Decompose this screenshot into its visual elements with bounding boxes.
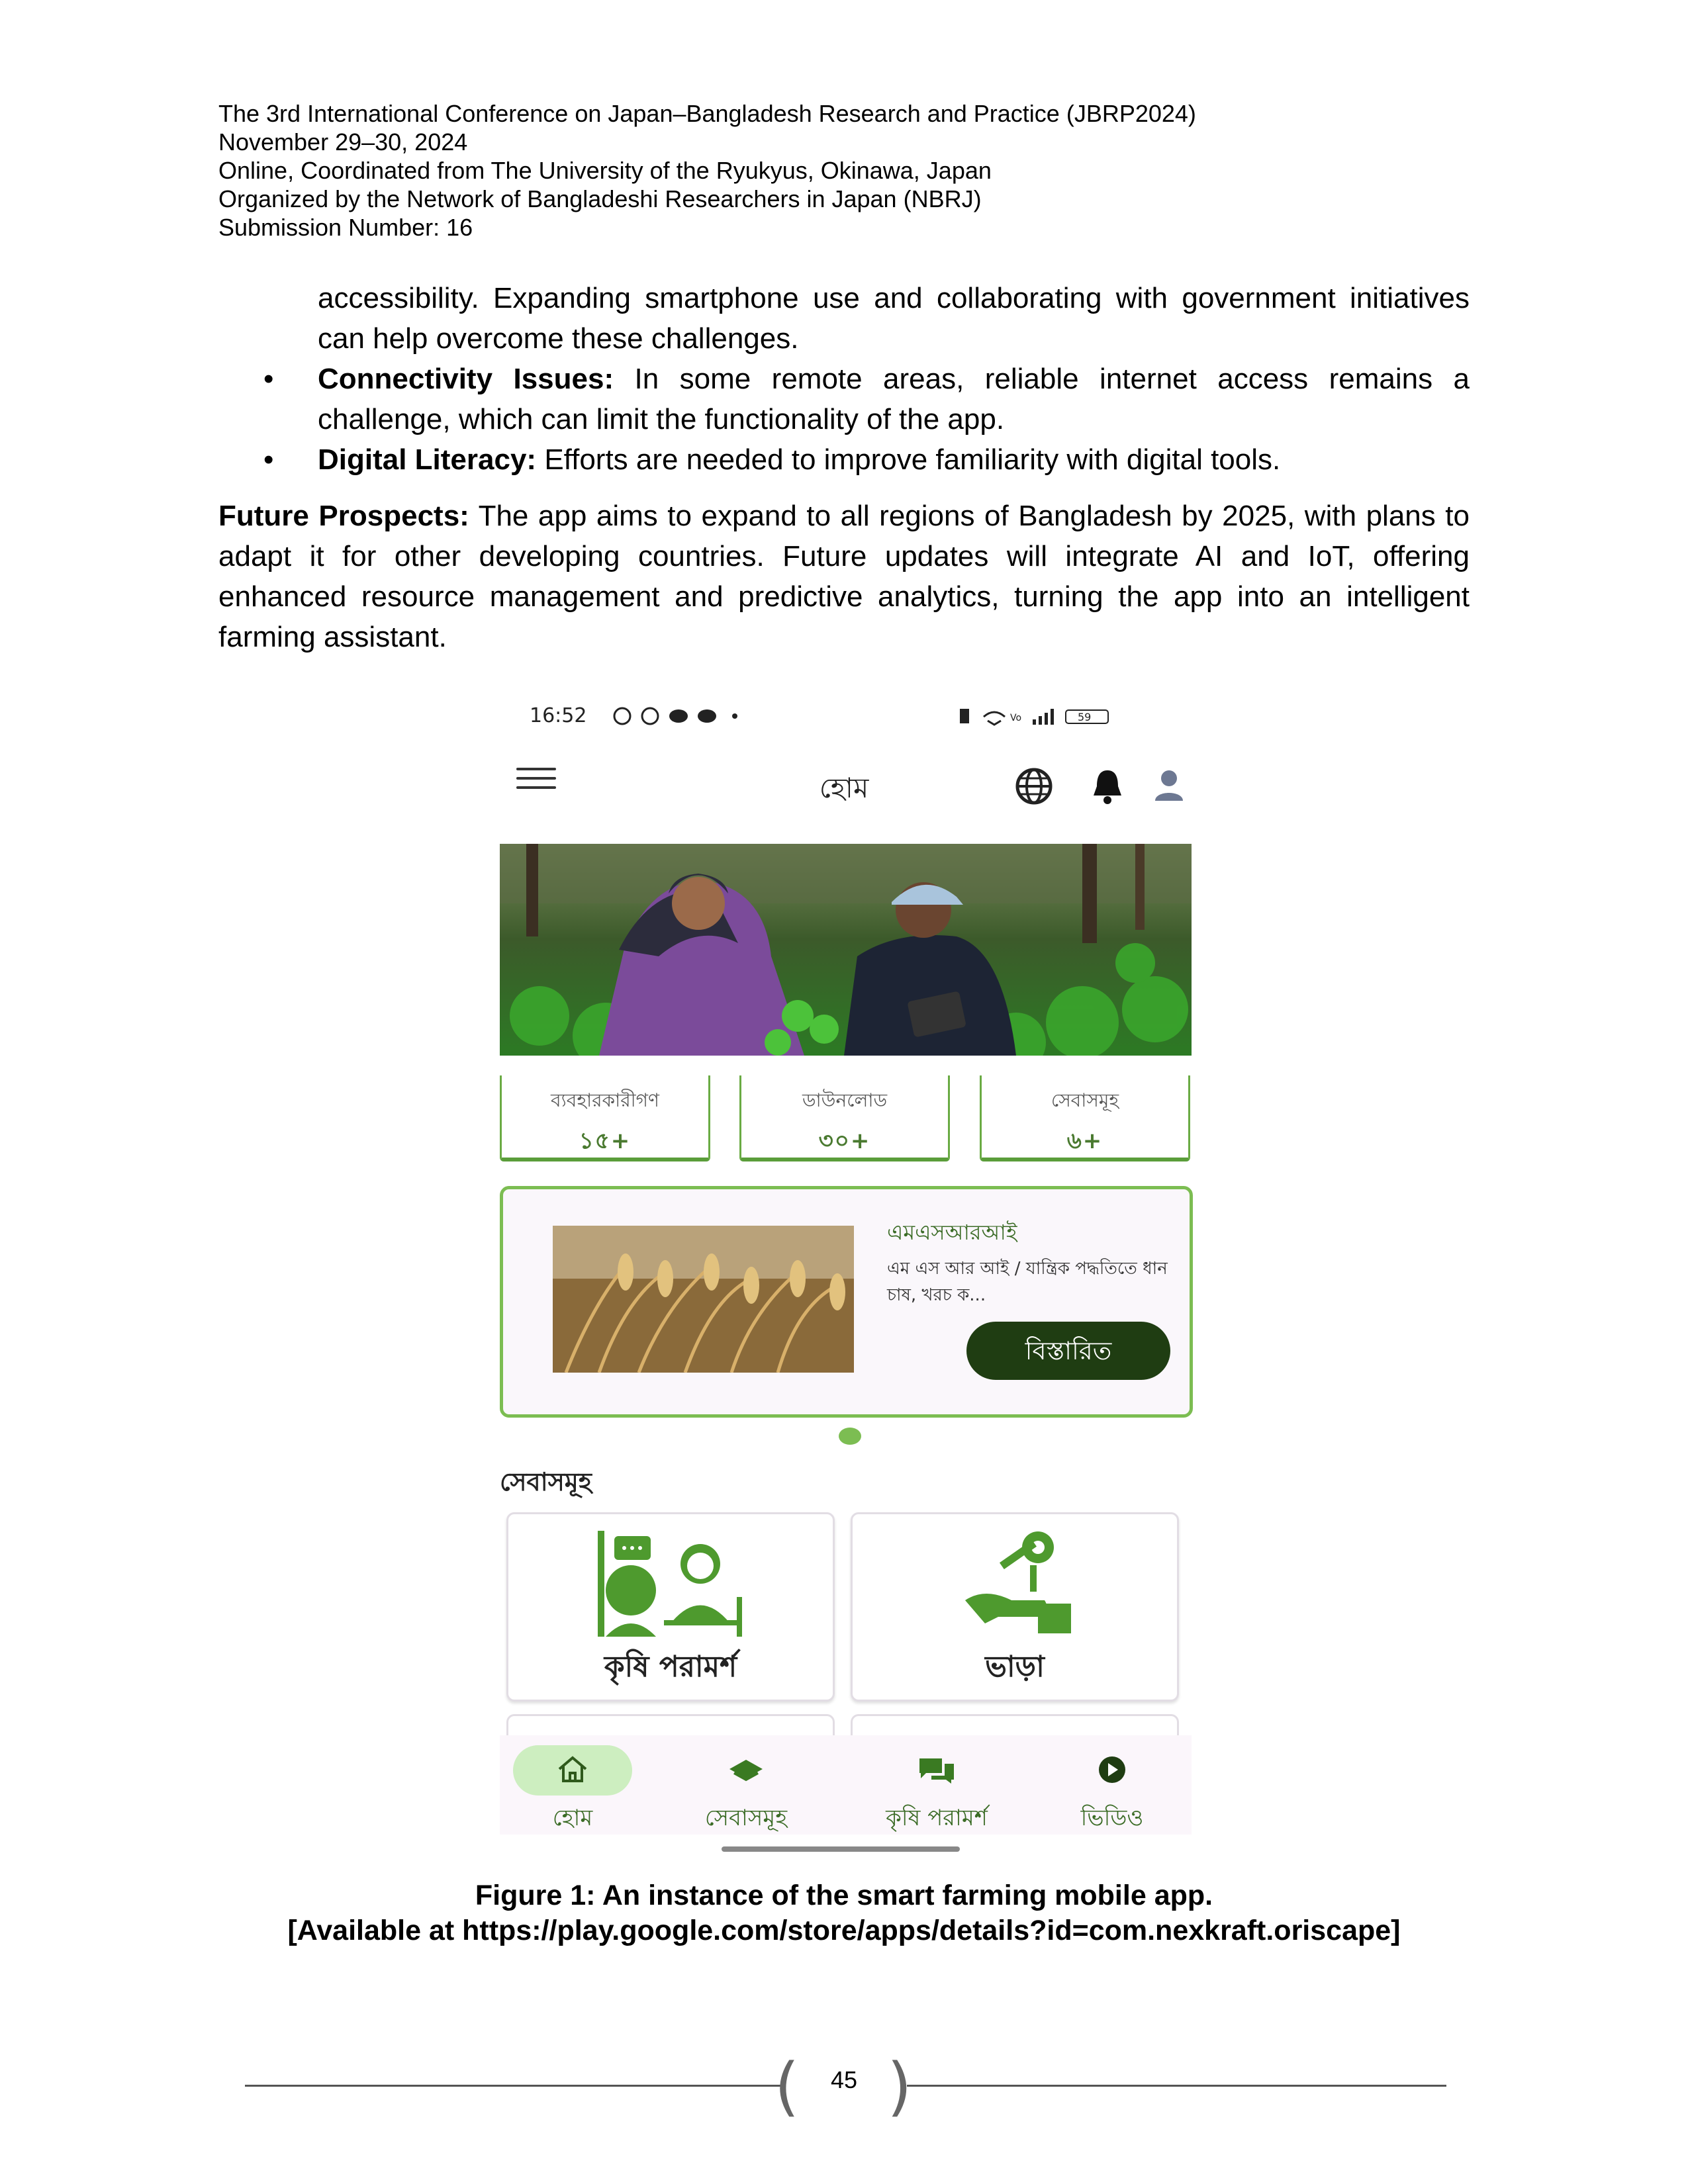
layers-icon (729, 1760, 763, 1782)
footer-rule-right (907, 2085, 1446, 2087)
header-line: The 3rd International Conference on Japa… (218, 100, 1196, 127)
hero-image (500, 844, 1192, 1056)
stat-card-downloads: ডাউনলোড ৩০+ (739, 1075, 950, 1161)
bullet-title: Connectivity Issues: (318, 363, 614, 395)
bullet-title: Digital Literacy: (318, 443, 537, 476)
promo-description: এম এস আর আই / যান্ত্রিক পদ্ধতিতে ধান চাষ… (887, 1259, 1168, 1305)
nav-services[interactable]: সেবাসমূহ (663, 1735, 829, 1839)
status-time: 16:52 (530, 704, 587, 727)
chat-icon (919, 1758, 954, 1784)
carousel-indicator[interactable] (839, 1428, 861, 1445)
service-card-farming-advice[interactable]: কৃষি পরামর্শ (506, 1512, 835, 1702)
nav-video[interactable]: ভিডিও (1029, 1735, 1195, 1839)
continued-paragraph: accessibility. Expanding smartphone use … (318, 282, 1470, 355)
bell-icon[interactable] (1091, 766, 1124, 806)
stat-card-users: ব্যবহারকারীগণ ১৫+ (500, 1075, 710, 1161)
nav-label: কৃষি পরামর্শ (886, 1805, 988, 1831)
header-line: Submission Number: 16 (218, 214, 473, 241)
nav-home[interactable]: হোম (490, 1735, 655, 1839)
stat-value: ৩০+ (818, 1128, 871, 1154)
nav-label: সেবাসমূহ (704, 1805, 788, 1831)
bullet-icon: • (263, 443, 274, 476)
stat-label: ডাউনলোড (802, 1089, 888, 1111)
globe-icon[interactable] (1014, 766, 1054, 806)
promo-title: এমএসআরআই (887, 1220, 1017, 1245)
status-bar: 16:52 Vo 59 (496, 695, 1192, 735)
conference-header: The 3rd International Conference on Japa… (218, 99, 1476, 242)
caption-url: [Available at https://play.google.com/st… (287, 1915, 1401, 1946)
stat-card-services: সেবাসমূহ ৬+ (980, 1075, 1190, 1161)
nav-advice[interactable]: কৃষি পরামর্শ (854, 1735, 1019, 1839)
future-title: Future Prospects: (218, 500, 469, 532)
nav-label: ভিডিও (1080, 1805, 1144, 1831)
bullet-item: • Digital Literacy: Efforts are needed to… (263, 439, 1470, 480)
system-status-icons: Vo 59 (960, 709, 1109, 726)
rice-field-image (553, 1226, 854, 1373)
service-card-partial[interactable] (851, 1714, 1179, 1736)
bottom-nav: হোম সেবাসমূহ কৃষি পরামর্শ ভিডিও (500, 1735, 1192, 1835)
header-line: Online, Coordinated from The University … (218, 157, 992, 184)
bullet-text: Efforts are needed to improve familiarit… (536, 443, 1281, 476)
stats-row: ব্যবহারকারীগণ ১৫+ ডাউনলোড ৩০+ সেবাসমূহ ৬… (500, 1075, 1192, 1161)
advisor-icon (598, 1531, 742, 1637)
footer-rule-left (245, 2085, 781, 2087)
future-paragraph: Future Prospects: The app aims to expand… (218, 496, 1470, 657)
bullet-item: • Connectivity Issues: In some remote are… (263, 359, 1470, 439)
header-line: November 29–30, 2024 (218, 128, 468, 156)
header-line: Organized by the Network of Bangladeshi … (218, 185, 982, 212)
service-label: ভাড়া (985, 1650, 1045, 1684)
hand-key-icon (965, 1531, 1071, 1633)
services-heading: সেবাসমূহ (500, 1467, 592, 1496)
promo-card[interactable]: এমএসআরআই এম এস আর আই / যান্ত্রিক পদ্ধতিত… (500, 1186, 1193, 1418)
service-label: কৃষি পরামর্শ (604, 1650, 737, 1684)
figure-caption: Figure 1: An instance of the smart farmi… (218, 1878, 1470, 1948)
profile-icon[interactable] (1154, 766, 1184, 806)
stat-value: ৬+ (1066, 1128, 1103, 1154)
service-card-rent[interactable]: ভাড়া (851, 1512, 1179, 1702)
app-title: হোম (819, 772, 869, 804)
app-bar: হোম (496, 748, 1192, 814)
battery-level: 59 (1078, 711, 1091, 723)
bullet-icon: • (263, 363, 274, 395)
home-icon (558, 1756, 587, 1782)
svg-text:Vo: Vo (1010, 713, 1021, 723)
notification-icons (613, 707, 737, 725)
service-card-partial[interactable] (506, 1714, 835, 1736)
page-number: 45 (830, 2066, 858, 2093)
body-text: accessibility. Expanding smartphone use … (218, 278, 1470, 657)
details-button[interactable]: বিস্তারিত (966, 1322, 1170, 1380)
gesture-bar[interactable] (722, 1846, 960, 1852)
play-icon (1099, 1756, 1125, 1783)
caption-line: Figure 1: An instance of the smart farmi… (475, 1880, 1213, 1911)
stat-label: ব্যবহারকারীগণ (551, 1089, 659, 1111)
nav-label: হোম (552, 1805, 593, 1831)
app-screenshot: 16:52 Vo 59 হোম ব্যবহারকারীগণ ১৫+ ডাউনলো… (496, 688, 1193, 1860)
stat-value: ১৫+ (579, 1128, 632, 1154)
stat-label: সেবাসমূহ (1051, 1089, 1119, 1111)
